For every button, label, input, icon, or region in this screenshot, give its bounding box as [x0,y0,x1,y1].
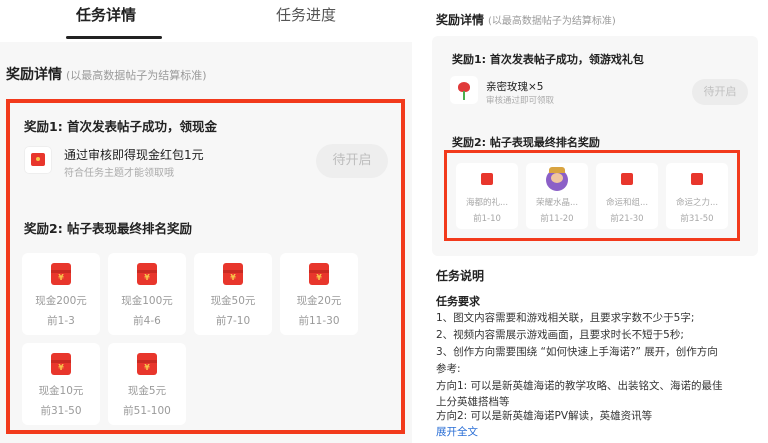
reward-rank: 前1-3 [47,315,75,327]
settlement-note: (以最高数据帖子为结算标准) [66,69,207,82]
gift-item-subtext: 审核通过即可领取 [486,96,555,106]
red-packet-icon [24,146,52,174]
requirement-line: 2、视频内容需展示游戏画面，且要求时长不短于5秒; [436,329,684,341]
reward2-title: 奖励2: 帖子表现最终排名奖励 [24,221,193,236]
task-requirements-title: 任务要求 [436,295,480,308]
reward-card: 现金200元 前1-3 [22,253,100,335]
tab-task-progress[interactable]: 任务进度 [276,4,336,25]
reward1-title: 奖励1: 首次发表帖子成功，领现金 [24,119,218,134]
left-panel: 任务详情 任务进度 奖励详情 (以最高数据帖子为结算标准) 奖励1: 首次发表帖子… [0,0,412,443]
highlight-frame [444,150,740,241]
rose-icon [450,76,478,104]
red-packet-icon [51,263,71,285]
reward-card: 现金100元 前4-6 [108,253,186,335]
tab-task-details[interactable]: 任务详情 [76,4,136,25]
reward-rank: 前31-50 [40,405,82,417]
red-packet-icon [137,263,157,285]
right-panel: 奖励详情 (以最高数据帖子为结算标准) 奖励1: 首次发表帖子成功，领游戏礼包 亲… [412,0,768,443]
reward-amount: 现金20元 [296,295,342,307]
reward-amount: 现金50元 [210,295,256,307]
pending-button[interactable]: 待开启 [692,79,748,105]
reward-amount: 现金5元 [127,385,167,397]
requirement-line: 参考: [436,363,461,375]
gift-item-name: 亲密玫瑰×5 [486,81,544,93]
reward1-row: 通过审核即得现金红包1元 符合任务主题才能领取哦 待开启 [24,140,396,184]
reward-rank: 前4-6 [133,315,161,327]
reward2-title: 奖励2: 帖子表现最终排名奖励 [452,136,600,149]
tab-bar: 任务详情 任务进度 [0,0,412,42]
reward-card: 现金50元 前7-10 [194,253,272,335]
reward-rank: 前51-100 [123,405,171,417]
reward-amount: 现金200元 [35,295,87,307]
reward-rank: 前7-10 [215,315,251,327]
reward1-subtext: 符合任务主题才能领取哦 [64,168,174,179]
pending-button[interactable]: 待开启 [316,144,388,178]
reward-details-title: 奖励详情 (以最高数据帖子为结算标准) [436,11,616,28]
red-packet-icon [223,263,243,285]
requirement-line: 方向2: 可以是新英雄海诺PV解读，英雄资讯等 [436,410,653,422]
reward-amount: 现金100元 [121,295,173,307]
reward-details-label: 奖励详情 [6,67,62,83]
reward-amount: 现金10元 [38,385,84,397]
expand-full-text-link[interactable]: 展开全文 [436,424,478,439]
task-description-title: 任务说明 [436,269,485,283]
reward-details-label: 奖励详情 [436,13,485,27]
requirement-line: 3、创作方向需要围绕 “如何快速上手海诺?” 展开，创作方向 [436,346,718,358]
settlement-note: (以最高数据帖子为结算标准) [488,16,616,27]
requirement-line: 1、图文内容需要和游戏相关联，且要求字数不少于5字; [436,312,695,324]
reward1-text: 通过审核即得现金红包1元 [64,148,204,162]
reward-card: 现金5元 前51-100 [108,343,186,425]
reward-card: 现金10元 前31-50 [22,343,100,425]
active-tab-indicator [66,36,162,39]
requirement-line: 方向1: 可以是新英雄海诺的教学攻略、出装铭文、海诺的最佳 [436,380,723,392]
red-packet-icon [51,353,71,375]
reward-card: 现金20元 前11-30 [280,253,358,335]
reward-rank: 前11-30 [298,315,340,327]
reward-details-title: 奖励详情 (以最高数据帖子为结算标准) [6,64,207,84]
reward1-title: 奖励1: 首次发表帖子成功，领游戏礼包 [452,53,644,66]
red-packet-icon [309,263,329,285]
red-packet-icon [137,353,157,375]
